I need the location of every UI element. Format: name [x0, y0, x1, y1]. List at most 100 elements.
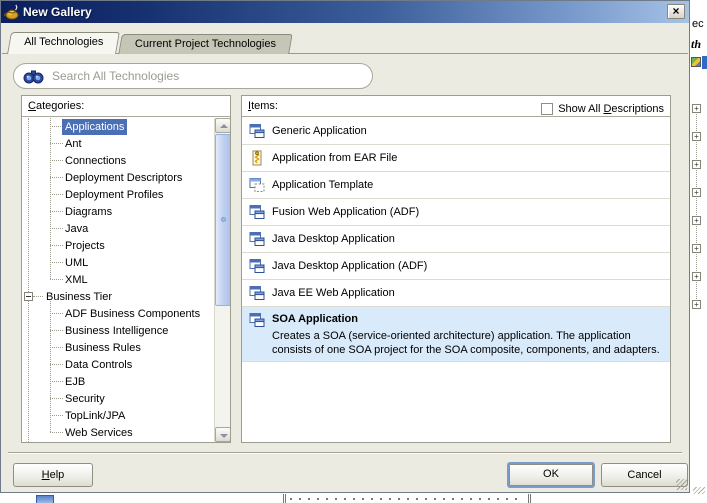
- show-all-descriptions-control[interactable]: Show All Descriptions: [541, 99, 664, 119]
- categories-tree: ApplicationsAntConnectionsDeployment Des…: [22, 118, 230, 442]
- show-all-descriptions-checkbox[interactable]: [541, 103, 553, 115]
- item-label: Java EE Web Application: [272, 287, 395, 299]
- tree-item-adf-business-components[interactable]: ADF Business Components: [22, 305, 230, 322]
- categories-scrollbar[interactable]: [214, 118, 230, 442]
- tree-item-diagrams[interactable]: Diagrams: [22, 203, 230, 220]
- tree-item-xml[interactable]: XML: [22, 271, 230, 288]
- tab-current-project-technologies[interactable]: Current Project Technologies: [119, 34, 294, 54]
- item-label: Java Desktop Application: [272, 233, 395, 245]
- tree-branch-line: [33, 296, 43, 297]
- dialog-title: New Gallery: [23, 5, 92, 19]
- tree-item-label: Business Intelligence: [62, 323, 171, 339]
- scroll-down-icon[interactable]: [215, 427, 230, 442]
- tree-item-applications[interactable]: Applications: [22, 118, 230, 135]
- tree-item-toplink-jpa[interactable]: TopLink/JPA: [22, 407, 230, 424]
- scroll-up-icon[interactable]: [215, 118, 230, 133]
- ear-file-icon: [249, 150, 265, 166]
- ruler-ticks: [290, 498, 524, 500]
- item-application-template[interactable]: Application Template: [242, 172, 670, 199]
- tree-item-label: XML: [62, 272, 91, 288]
- gallery-lamp-icon: [4, 4, 20, 20]
- item-label: SOA Application: [272, 313, 358, 325]
- tree-item-data-controls[interactable]: Data Controls: [22, 356, 230, 373]
- tab-strip: All Technologies Current Project Technolo…: [9, 32, 293, 54]
- cancel-button-label: Cancel: [627, 469, 661, 481]
- tree-item-label: Java: [62, 221, 91, 237]
- button-separator: [8, 452, 682, 454]
- title-bar[interactable]: New Gallery ×: [1, 1, 689, 23]
- close-icon[interactable]: ×: [667, 4, 685, 19]
- background-ruler: [283, 494, 531, 503]
- background-node-icon: [691, 57, 701, 67]
- tree-item-ant[interactable]: Ant: [22, 135, 230, 152]
- tree-item-label: Data Controls: [62, 357, 135, 373]
- ok-button-label: OK: [543, 468, 559, 480]
- tree-item-label: Deployment Profiles: [62, 187, 166, 203]
- tree-item-label: Security: [62, 391, 108, 407]
- scrollbar-thumb[interactable]: [215, 134, 230, 306]
- cancel-button[interactable]: Cancel: [601, 463, 688, 487]
- background-window-bottom-sliver: [0, 494, 707, 503]
- item-description: Creates a SOA (service-oriented architec…: [272, 329, 668, 357]
- application-icon: [249, 123, 265, 139]
- tree-item-connections[interactable]: Connections: [22, 152, 230, 169]
- item-generic-application[interactable]: Generic Application: [242, 118, 670, 145]
- expand-plus-icon[interactable]: +: [692, 104, 701, 113]
- tree-item-label: Connections: [62, 153, 129, 169]
- background-partial-icon: [36, 495, 54, 503]
- item-label: Fusion Web Application (ADF): [272, 206, 419, 218]
- background-selection-highlight: [702, 56, 707, 69]
- expand-plus-icon[interactable]: +: [692, 216, 701, 225]
- tree-item-security[interactable]: Security: [22, 390, 230, 407]
- application-icon: [249, 231, 265, 247]
- tree-item-business-tier[interactable]: Business Tier: [22, 288, 230, 305]
- categories-label: Categories:: [28, 100, 84, 112]
- item-application-from-ear-file[interactable]: Application from EAR File: [242, 145, 670, 172]
- tree-item-ejb[interactable]: EJB: [22, 373, 230, 390]
- show-all-descriptions-label: Show All Descriptions: [558, 99, 664, 119]
- item-java-desktop-application[interactable]: Java Desktop Application: [242, 226, 670, 253]
- tree-item-business-intelligence[interactable]: Business Intelligence: [22, 322, 230, 339]
- application-icon: [249, 258, 265, 274]
- dialog-resize-grip[interactable]: [676, 479, 687, 490]
- item-java-desktop-application-adf[interactable]: Java Desktop Application (ADF): [242, 253, 670, 280]
- background-text-fragment: th: [691, 37, 701, 52]
- tree-item-web-services[interactable]: Web Services: [22, 424, 230, 441]
- tab-label: All Technologies: [24, 33, 103, 52]
- expand-plus-icon[interactable]: +: [692, 132, 701, 141]
- expand-plus-icon[interactable]: +: [692, 300, 701, 309]
- ok-button[interactable]: OK: [507, 462, 595, 488]
- items-list: Generic Application Application from EAR …: [242, 118, 670, 442]
- tree-rows: ApplicationsAntConnectionsDeployment Des…: [22, 118, 230, 441]
- tree-item-label: UML: [62, 255, 91, 271]
- tree-item-deployment-profiles[interactable]: Deployment Profiles: [22, 186, 230, 203]
- application-template-icon: [249, 177, 265, 193]
- tree-item-projects[interactable]: Projects: [22, 237, 230, 254]
- search-field[interactable]: Search All Technologies: [13, 63, 373, 89]
- tree-item-java[interactable]: Java: [22, 220, 230, 237]
- categories-header: Categories:: [22, 96, 230, 117]
- tree-item-label: TopLink/JPA: [62, 408, 128, 424]
- item-java-ee-web-application[interactable]: Java EE Web Application: [242, 280, 670, 307]
- collapse-minus-icon[interactable]: [24, 292, 33, 301]
- item-label: Application from EAR File: [272, 152, 397, 164]
- application-icon: [249, 285, 265, 301]
- tab-all-technologies[interactable]: All Technologies: [7, 32, 120, 54]
- help-button[interactable]: Help: [13, 463, 93, 487]
- categories-panel: Categories: ApplicationsAntConnectionsDe…: [21, 95, 231, 443]
- tree-item-business-rules[interactable]: Business Rules: [22, 339, 230, 356]
- item-fusion-web-application-adf[interactable]: Fusion Web Application (ADF): [242, 199, 670, 226]
- tree-item-label: EJB: [62, 374, 88, 390]
- expand-plus-icon[interactable]: +: [692, 188, 701, 197]
- expand-plus-icon[interactable]: +: [692, 272, 701, 281]
- items-header: Items: Show All Descriptions: [242, 96, 670, 117]
- application-icon: [249, 204, 265, 220]
- expand-plus-icon[interactable]: +: [692, 160, 701, 169]
- binoculars-icon: [23, 68, 44, 85]
- item-label: Generic Application: [272, 125, 367, 137]
- item-soa-application[interactable]: SOA Application Creates a SOA (service-or…: [242, 307, 670, 362]
- expand-plus-icon[interactable]: +: [692, 244, 701, 253]
- tree-item-label: Diagrams: [62, 204, 115, 220]
- tree-item-uml[interactable]: UML: [22, 254, 230, 271]
- tree-item-deployment-descriptors[interactable]: Deployment Descriptors: [22, 169, 230, 186]
